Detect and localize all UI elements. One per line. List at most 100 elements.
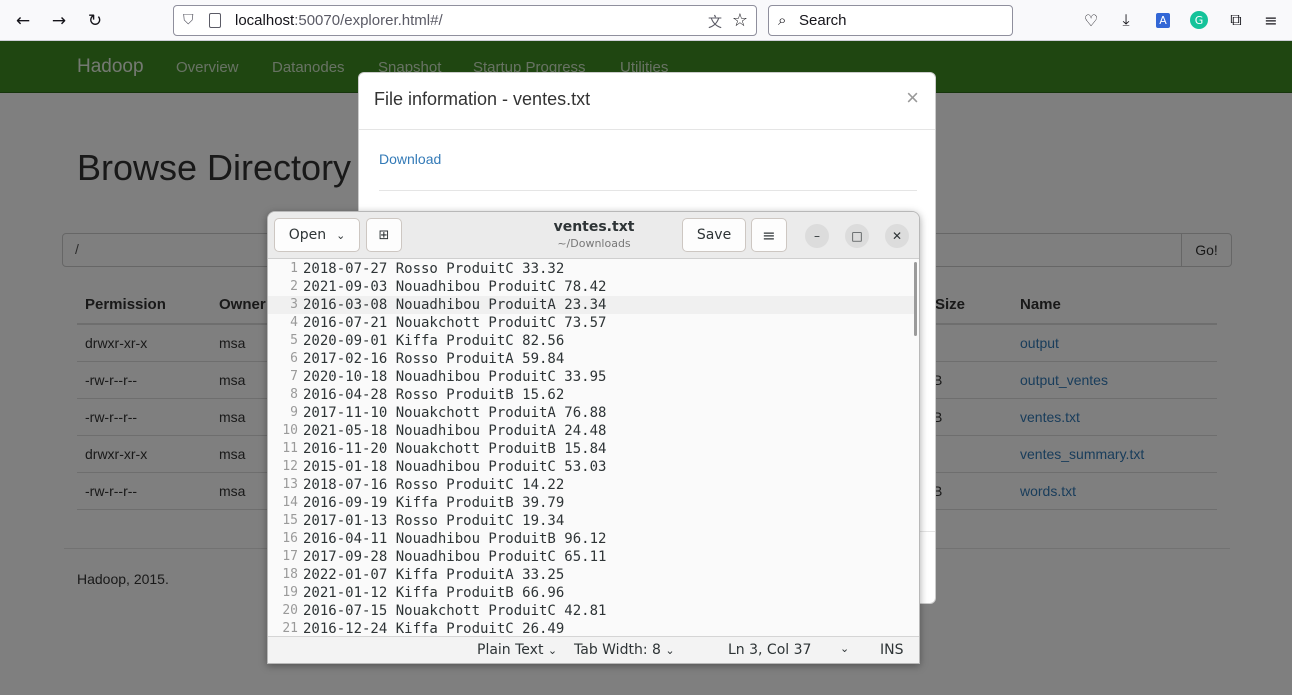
line-number: 6	[290, 351, 298, 366]
line-text: 2016-07-21 Nouakchott ProduitC 73.57	[303, 315, 607, 331]
open-button[interactable]: Open ⌄	[274, 218, 360, 252]
menu-icon[interactable]: ≡	[1260, 9, 1282, 31]
downloads-icon[interactable]: ⤓	[1115, 9, 1137, 31]
editor-line[interactable]: 17 2017-09-28 Nouadhibou ProduitC 65.11	[268, 548, 914, 566]
new-document-icon[interactable]: ⊞	[366, 218, 402, 252]
forward-arrow-icon[interactable]: →	[46, 8, 72, 34]
maximize-icon[interactable]: □	[845, 224, 869, 248]
line-number: 1	[290, 261, 298, 276]
editor-line[interactable]: 6 2017-02-16 Rosso ProduitA 59.84	[268, 350, 914, 368]
chevron-down-icon: ⌄	[665, 644, 675, 657]
editor-line[interactable]: 18 2022-01-07 Kiffa ProduitA 33.25	[268, 566, 914, 584]
line-number: 15	[282, 513, 298, 528]
editor-line[interactable]: 4 2016-07-21 Nouakchott ProduitC 73.57	[268, 314, 914, 332]
tab-width-selector[interactable]: Tab Width: 8 ⌄	[574, 642, 675, 658]
bookmark-star-icon[interactable]: ☆	[732, 10, 748, 31]
page-icon	[209, 13, 221, 28]
cursor-position-label: Ln 3, Col 37	[728, 642, 812, 658]
line-text: 2016-11-20 Nouakchott ProduitB 15.84	[303, 441, 607, 457]
editor-line[interactable]: 16 2016-04-11 Nouadhibou ProduitB 96.12	[268, 530, 914, 548]
line-text: 2016-12-24 Kiffa ProduitC 26.49	[303, 621, 565, 636]
line-text: 2018-07-27 Rosso ProduitC 33.32	[303, 261, 565, 277]
line-number: 14	[282, 495, 298, 510]
line-number: 9	[290, 405, 298, 420]
line-text: 2016-04-28 Rosso ProduitB 15.62	[303, 387, 565, 403]
line-number: 10	[282, 423, 298, 438]
modal-divider	[379, 190, 917, 191]
editor-line[interactable]: 8 2016-04-28 Rosso ProduitB 15.62	[268, 386, 914, 404]
search-bar[interactable]: ⌕ Search	[768, 5, 1013, 36]
document-path: ~/Downloads	[557, 237, 631, 250]
line-number: 3	[290, 297, 298, 312]
translate-icon[interactable]: 文	[708, 12, 722, 32]
shield-icon[interactable]: ⛉	[183, 12, 194, 28]
line-number: 16	[282, 531, 298, 546]
editor-line[interactable]: 5 2020-09-01 Kiffa ProduitC 82.56	[268, 332, 914, 350]
download-link[interactable]: Download	[379, 151, 441, 167]
tab-width-label: Tab Width: 8	[574, 642, 661, 658]
editor-line[interactable]: 7 2020-10-18 Nouadhibou ProduitC 33.95	[268, 368, 914, 386]
line-number: 21	[282, 621, 298, 636]
line-text: 2016-07-15 Nouakchott ProduitC 42.81	[303, 603, 607, 619]
address-bar[interactable]: ⛉ localhost:50070/explorer.html#/ 文 ☆	[173, 5, 757, 36]
back-arrow-icon[interactable]: ←	[10, 8, 36, 34]
line-text: 2017-01-13 Rosso ProduitC 19.34	[303, 513, 565, 529]
translate-extension-icon[interactable]: A	[1152, 9, 1174, 31]
chevron-down-icon: ⌄	[336, 228, 346, 242]
text-editor[interactable]: 1 2018-07-27 Rosso ProduitC 33.32 2 2021-09…	[268, 260, 919, 636]
language-selector[interactable]: Plain Text ⌄	[477, 642, 557, 658]
editor-line[interactable]: 1 2018-07-27 Rosso ProduitC 33.32	[268, 260, 914, 278]
url-text[interactable]: localhost:50070/explorer.html#/	[235, 12, 443, 29]
line-number: 20	[282, 603, 298, 618]
modal-divider	[359, 129, 935, 130]
line-text: 2016-09-19 Kiffa ProduitB 39.79	[303, 495, 565, 511]
search-icon: ⌕	[778, 11, 787, 29]
close-icon[interactable]: ×	[906, 85, 919, 111]
line-number: 13	[282, 477, 298, 492]
editor-line[interactable]: 13 2018-07-16 Rosso ProduitC 14.22	[268, 476, 914, 494]
editor-line[interactable]: 11 2016-11-20 Nouakchott ProduitB 15.84	[268, 440, 914, 458]
editor-line[interactable]: 10 2021-05-18 Nouadhibou ProduitA 24.48	[268, 422, 914, 440]
line-text: 2016-03-08 Nouadhibou ProduitA 23.34	[303, 297, 607, 313]
window-close-icon[interactable]: ✕	[885, 224, 909, 248]
line-number: 18	[282, 567, 298, 582]
editor-line[interactable]: 14 2016-09-19 Kiffa ProduitB 39.79	[268, 494, 914, 512]
grammarly-icon[interactable]: G	[1188, 9, 1210, 31]
save-button[interactable]: Save	[682, 218, 746, 252]
editor-line[interactable]: 12 2015-01-18 Nouadhibou ProduitC 53.03	[268, 458, 914, 476]
line-text: 2022-01-07 Kiffa ProduitA 33.25	[303, 567, 565, 583]
modal-title: File information - ventes.txt	[374, 89, 591, 109]
editor-line[interactable]: 9 2017-11-10 Nouakchott ProduitA 76.88	[268, 404, 914, 422]
reload-icon[interactable]: ↻	[82, 8, 108, 34]
line-text: 2015-01-18 Nouadhibou ProduitC 53.03	[303, 459, 607, 475]
editor-line[interactable]: 20 2016-07-15 Nouakchott ProduitC 42.81	[268, 602, 914, 620]
insert-mode: INS	[880, 642, 904, 658]
editor-line[interactable]: 15 2017-01-13 Rosso ProduitC 19.34	[268, 512, 914, 530]
line-text: 2021-09-03 Nouadhibou ProduitC 78.42	[303, 279, 607, 295]
browser-toolbar: ← → ↻ ⛉ localhost:50070/explorer.html#/ …	[0, 0, 1292, 41]
pocket-icon[interactable]: ♡	[1080, 9, 1102, 31]
line-text: 2017-09-28 Nouadhibou ProduitC 65.11	[303, 549, 607, 565]
search-placeholder: Search	[799, 12, 847, 29]
cursor-position[interactable]: Ln 3, Col 37	[728, 642, 811, 658]
line-number: 4	[290, 315, 298, 330]
scrollbar[interactable]	[914, 262, 917, 336]
extensions-icon[interactable]: ⧉	[1225, 9, 1247, 31]
line-number: 17	[282, 549, 298, 564]
hamburger-menu-icon[interactable]: ≡	[751, 218, 787, 252]
url-host: localhost	[235, 12, 295, 29]
chevron-down-icon[interactable]: ⌄	[840, 642, 849, 655]
line-text: 2020-09-01 Kiffa ProduitC 82.56	[303, 333, 565, 349]
url-path: :50070/explorer.html#/	[294, 12, 443, 29]
editor-line[interactable]: 21 2016-12-24 Kiffa ProduitC 26.49	[268, 620, 914, 636]
line-text: 2021-01-12 Kiffa ProduitB 66.96	[303, 585, 565, 601]
gedit-headerbar: Open ⌄ ⊞ ventes.txt ~/Downloads Save ≡ –…	[268, 212, 919, 259]
editor-line[interactable]: 3 2016-03-08 Nouadhibou ProduitA 23.34	[268, 296, 914, 314]
editor-line[interactable]: 19 2021-01-12 Kiffa ProduitB 66.96	[268, 584, 914, 602]
editor-line[interactable]: 2 2021-09-03 Nouadhibou ProduitC 78.42	[268, 278, 914, 296]
status-bar: Plain Text ⌄ Tab Width: 8 ⌄ Ln 3, Col 37…	[268, 636, 919, 663]
language-label: Plain Text	[477, 642, 544, 658]
line-number: 8	[290, 387, 298, 402]
line-number: 11	[282, 441, 298, 456]
minimize-icon[interactable]: –	[805, 224, 829, 248]
